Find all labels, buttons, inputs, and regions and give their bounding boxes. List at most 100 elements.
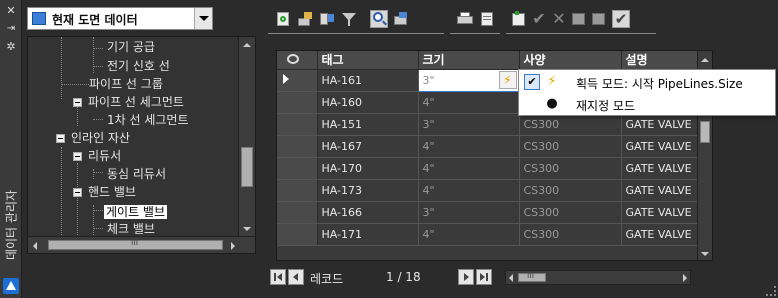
properties-icon[interactable]: ✲ xyxy=(4,40,18,54)
cell-size[interactable]: 3" xyxy=(418,201,520,224)
cell-tag[interactable]: HA-151 xyxy=(317,113,419,136)
cell-size[interactable]: 3" xyxy=(418,113,520,136)
cell-description[interactable]: GATE VALVE xyxy=(621,135,700,158)
print-icon[interactable] xyxy=(456,10,474,28)
row-header[interactable] xyxy=(277,135,318,158)
row-header[interactable] xyxy=(277,179,318,202)
cell-description[interactable]: GATE VALVE xyxy=(621,157,700,180)
row-header[interactable] xyxy=(277,91,318,114)
accept-icon[interactable]: ✔ xyxy=(530,10,548,28)
autohide-icon[interactable]: ⇥ xyxy=(4,22,18,36)
column-header-size[interactable]: 크기 xyxy=(418,51,520,70)
scroll-up-icon[interactable] xyxy=(701,58,709,62)
tree-vertical-scrollbar[interactable] xyxy=(238,37,255,237)
scroll-left-icon[interactable] xyxy=(509,274,513,282)
table-row[interactable]: HA-171 4" CS300 GATE VALVE xyxy=(277,223,700,246)
cell-spec[interactable]: CS300 xyxy=(519,113,622,136)
scroll-right-icon[interactable] xyxy=(231,242,235,250)
cell-spec[interactable]: CS300 xyxy=(519,223,622,246)
cell-size[interactable]: 4" xyxy=(418,135,520,158)
cell-tag[interactable]: HA-171 xyxy=(317,223,419,246)
column-header-tag[interactable]: 태그 xyxy=(317,51,419,70)
next-record-button[interactable] xyxy=(458,269,474,285)
reject-all-icon[interactable] xyxy=(590,10,608,28)
column-header-description[interactable]: 설명 xyxy=(621,51,700,70)
scroll-thumb[interactable] xyxy=(241,147,253,187)
cell-description[interactable]: GATE VALVE xyxy=(621,179,700,202)
row-header[interactable] xyxy=(277,113,318,136)
cell-tag[interactable]: HA-170 xyxy=(317,157,419,180)
scroll-up-icon[interactable] xyxy=(243,43,251,47)
tree-item-concentric-reducer[interactable]: 동심 리듀서 xyxy=(107,166,166,183)
table-row[interactable]: HA-170 4" CS300 GATE VALVE xyxy=(277,157,700,180)
scroll-down-icon[interactable] xyxy=(243,227,251,231)
scroll-down-icon[interactable] xyxy=(701,252,709,256)
cell-size[interactable]: 4" xyxy=(418,179,520,202)
hide-icon[interactable] xyxy=(392,10,410,28)
tree-item-hand-valve[interactable]: 핸드 밸브 xyxy=(73,184,136,201)
cell-spec[interactable]: CS300 xyxy=(519,135,622,158)
scroll-left-icon[interactable] xyxy=(33,242,37,250)
tree-item-reducer[interactable]: 리듀서 xyxy=(73,148,121,165)
scroll-thumb[interactable] xyxy=(700,121,710,143)
page-setup-icon[interactable] xyxy=(478,10,496,28)
tree-item-primary-line-segment[interactable]: 1차 선 세그먼트 xyxy=(107,112,189,129)
cell-spec[interactable]: CS300 xyxy=(519,157,622,180)
cell-tag[interactable]: HA-161 xyxy=(317,69,419,92)
accept-all-icon[interactable] xyxy=(570,10,588,28)
chevron-down-icon[interactable] xyxy=(194,8,212,29)
cell-tag[interactable]: HA-160 xyxy=(317,91,419,114)
last-record-button[interactable] xyxy=(476,269,492,285)
row-pointer[interactable] xyxy=(277,69,318,92)
zoom-to-icon[interactable] xyxy=(370,10,388,28)
resize-grip[interactable] xyxy=(766,286,776,296)
export-icon[interactable] xyxy=(296,10,314,28)
grid-corner[interactable] xyxy=(277,51,318,70)
table-row[interactable]: HA-173 4" CS300 GATE VALVE xyxy=(277,179,700,202)
view-selector-dropdown[interactable]: 현재 도면 데이터 xyxy=(27,7,213,30)
refresh-icon[interactable] xyxy=(274,10,292,28)
tree-item-gate-valve[interactable]: 게이트 밸브 xyxy=(104,204,168,221)
scroll-thumb[interactable]: III xyxy=(48,238,223,250)
table-row[interactable]: HA-167 4" CS300 GATE VALVE xyxy=(277,135,700,158)
first-record-button[interactable] xyxy=(270,269,286,285)
row-header[interactable] xyxy=(277,201,318,224)
cell-size[interactable]: 4" xyxy=(418,91,520,114)
tree-horizontal-scrollbar[interactable]: III xyxy=(28,236,255,253)
tree-item-inline-asset[interactable]: 인라인 자산 xyxy=(56,130,130,147)
cell-spec[interactable]: CS300 xyxy=(519,179,622,202)
cell-tag[interactable]: HA-173 xyxy=(317,179,419,202)
menu-item-override-mode[interactable]: ● 재지정 모드 xyxy=(519,93,775,115)
tree-item-equipment-supply[interactable]: 기기 공급 xyxy=(107,39,155,56)
tree-item-signal-line[interactable]: 전기 신호 선 xyxy=(107,58,170,75)
scroll-right-icon[interactable] xyxy=(683,274,687,282)
import-icon[interactable] xyxy=(318,10,336,28)
lightning-icon[interactable]: ⚡ xyxy=(498,70,517,89)
cell-description[interactable]: GATE VALVE xyxy=(621,223,700,246)
cell-description[interactable]: GATE VALVE xyxy=(621,201,700,224)
cell-size-editing[interactable]: 3" ⚡ xyxy=(417,68,520,92)
scroll-thumb[interactable]: III xyxy=(518,271,546,282)
cell-tag[interactable]: HA-166 xyxy=(317,201,419,224)
column-icon[interactable] xyxy=(510,10,528,28)
checkmark-pin-icon[interactable]: ✔ xyxy=(612,10,630,28)
cell-size[interactable]: 4" xyxy=(418,157,520,180)
reject-icon[interactable]: ✕ xyxy=(550,10,568,28)
previous-record-button[interactable] xyxy=(288,269,304,285)
cell-tag[interactable]: HA-167 xyxy=(317,135,419,158)
collapse-icon[interactable] xyxy=(73,188,82,197)
column-header-spec[interactable]: 사양 xyxy=(519,51,622,70)
collapse-icon[interactable] xyxy=(73,98,82,107)
close-icon[interactable]: ✕ xyxy=(4,4,18,18)
tree-item-pipe-line-segment[interactable]: 파이프 선 세그먼트 xyxy=(73,94,184,111)
collapse-icon[interactable] xyxy=(73,152,82,161)
tree-item-pipe-line-group[interactable]: 파이프 선 그룹 xyxy=(89,76,163,93)
row-header[interactable] xyxy=(277,157,318,180)
table-row[interactable]: HA-166 3" CS300 GATE VALVE xyxy=(277,201,700,224)
table-row[interactable]: HA-151 3" CS300 GATE VALVE xyxy=(277,113,700,136)
collapse-icon[interactable] xyxy=(56,134,65,143)
cell-description[interactable]: GATE VALVE xyxy=(621,113,700,136)
row-header[interactable] xyxy=(277,223,318,246)
cell-size[interactable]: 4" xyxy=(418,223,520,246)
cell-spec[interactable]: CS300 xyxy=(519,201,622,224)
